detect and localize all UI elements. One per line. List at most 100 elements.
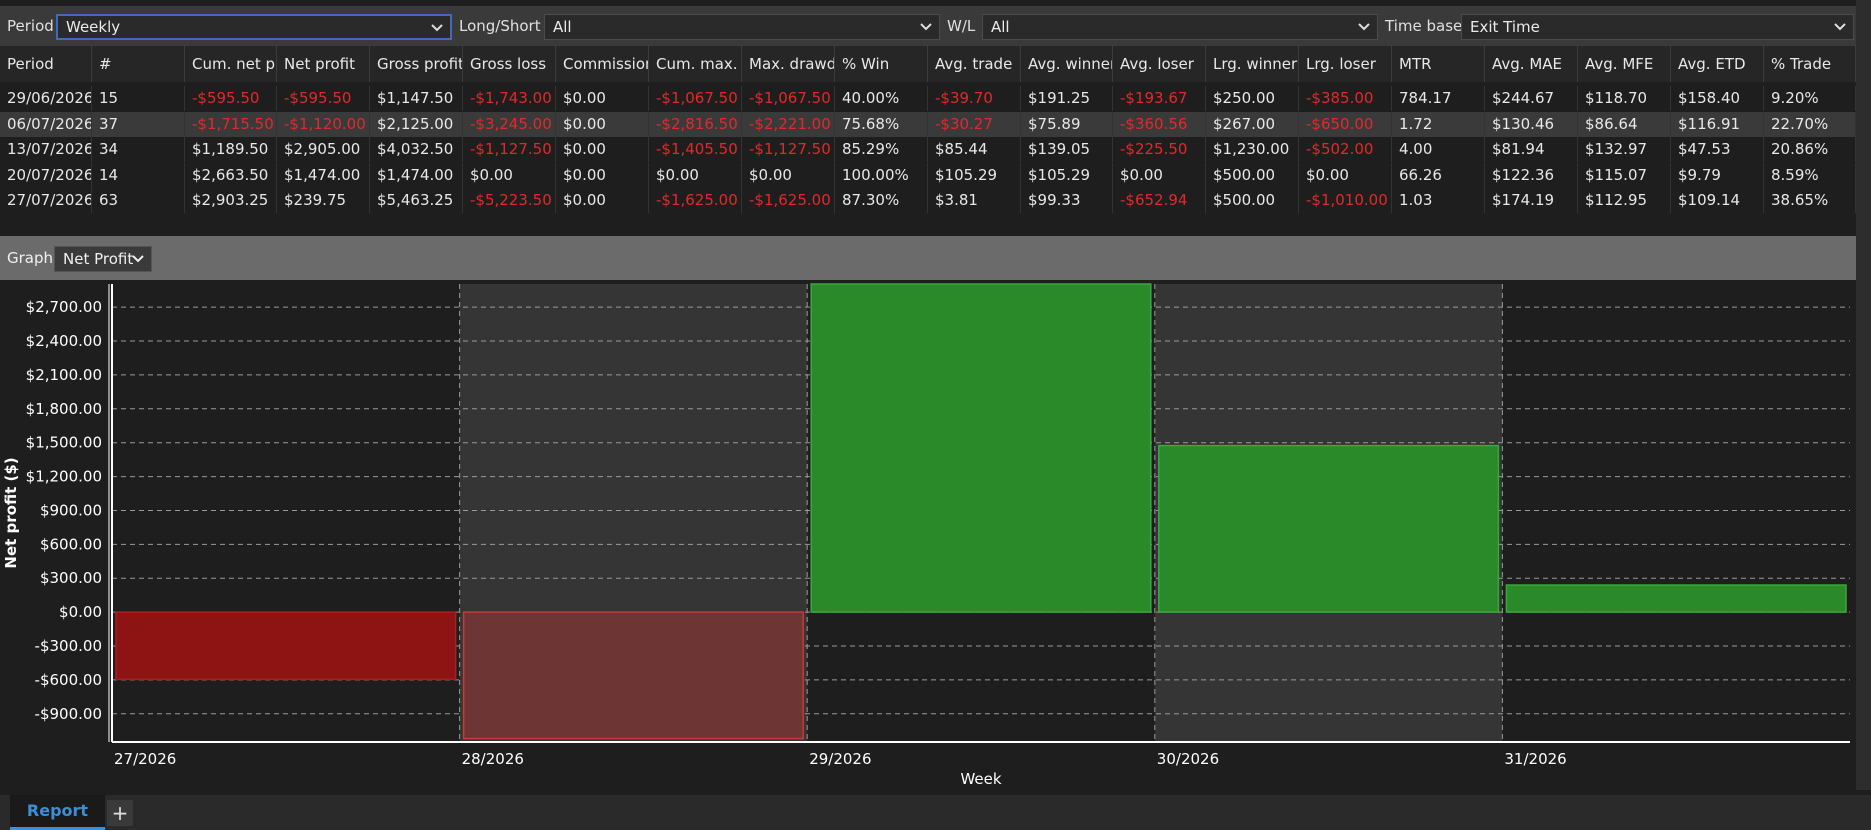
column-header[interactable]: Avg. winner — [1021, 46, 1113, 82]
net-profit-chart-svg: -$900.00 -$600.00 -$300.00 $0.00 $300.00 $600… — [2, 283, 1850, 788]
period-select[interactable]: Weekly — [56, 14, 452, 40]
column-header[interactable]: Cum. max. d — [649, 46, 742, 82]
table-cell: -$30.27 — [928, 111, 1021, 137]
table-cell: -$595.50 — [185, 86, 277, 111]
table-cell: $139.05 — [1021, 137, 1113, 162]
longshort-value: All — [553, 18, 572, 36]
bottom-tab-bar: Report + — [0, 795, 1871, 830]
table-cell: $85.44 — [928, 137, 1021, 162]
tab-report[interactable]: Report — [10, 795, 105, 830]
table-cell: -$2,816.50 — [649, 111, 742, 137]
table-cell: $0.00 — [556, 188, 649, 213]
table-cell: 06/07/2026 — [0, 111, 92, 137]
column-header[interactable]: % Win — [835, 46, 928, 82]
x-tick-label: 28/2026 — [462, 750, 524, 768]
column-header[interactable]: Lrg. winner — [1206, 46, 1299, 82]
table-cell: $191.25 — [1021, 86, 1113, 111]
table-cell: $0.00 — [556, 162, 649, 188]
x-axis-label: Week — [960, 770, 1001, 788]
wl-label: W/L — [947, 17, 976, 35]
y-tick-label: -$600.00 — [35, 671, 102, 689]
x-tick-label: 27/2026 — [114, 750, 176, 768]
column-header[interactable]: Avg. trade — [928, 46, 1021, 82]
table-cell: 14 — [92, 162, 185, 188]
column-header[interactable]: Avg. MFE — [1578, 46, 1671, 82]
table-cell: -$193.67 — [1113, 86, 1206, 111]
table-cell: -$652.94 — [1113, 188, 1206, 213]
graph-type-select[interactable]: Net Profit — [54, 246, 152, 272]
table-cell: 87.30% — [835, 188, 928, 213]
table-cell: $244.67 — [1485, 86, 1578, 111]
table-cell: $500.00 — [1206, 188, 1299, 213]
column-header[interactable]: Avg. loser — [1113, 46, 1206, 82]
timebase-select[interactable]: Exit Time — [1461, 14, 1854, 40]
table-cell: $130.46 — [1485, 111, 1578, 137]
column-header[interactable]: Avg. ETD — [1671, 46, 1764, 82]
table-cell: -$1,715.50 — [185, 111, 277, 137]
table-cell: $109.14 — [1671, 188, 1764, 213]
table-cell: $75.89 — [1021, 111, 1113, 137]
table-cell: $5,463.25 — [370, 188, 463, 213]
table-cell: -$1,120.00 — [277, 111, 370, 137]
y-tick-label: $2,100.00 — [26, 366, 102, 384]
table-cell: $81.94 — [1485, 137, 1578, 162]
table-cell: 34 — [92, 137, 185, 162]
table-cell: $2,905.00 — [277, 137, 370, 162]
column-header[interactable]: Avg. MAE — [1485, 46, 1578, 82]
table-cell: 37 — [92, 111, 185, 137]
column-header[interactable]: Commission — [556, 46, 649, 82]
table-cell: $0.00 — [556, 111, 649, 137]
table-cell: $0.00 — [556, 86, 649, 111]
table-cell: -$595.50 — [277, 86, 370, 111]
graph-label: Graph — [7, 249, 54, 267]
column-header[interactable]: Cum. net pr — [185, 46, 277, 82]
column-header[interactable]: Gross profit — [370, 46, 463, 82]
column-header[interactable]: # — [92, 46, 185, 82]
table-cell: -$3,245.00 — [463, 111, 556, 137]
table-cell: $4,032.50 — [370, 137, 463, 162]
table-cell: $105.29 — [928, 162, 1021, 188]
table-cell: -$360.56 — [1113, 111, 1206, 137]
table-cell: $267.00 — [1206, 111, 1299, 137]
table-cell: -$2,221.00 — [742, 111, 835, 137]
wl-value: All — [991, 18, 1010, 36]
column-header[interactable]: Net profit — [277, 46, 370, 82]
y-tick-label: $300.00 — [40, 569, 102, 587]
table-cell: 40.00% — [835, 86, 928, 111]
y-tick-label: -$900.00 — [35, 705, 102, 723]
table-cell: $3.81 — [928, 188, 1021, 213]
table-cell: $116.91 — [1671, 111, 1764, 137]
table-row[interactable]: 13/07/2026 34 $1,189.50 $2,905.00 $4,032.50-… — [0, 137, 1856, 162]
table-cell: $9.79 — [1671, 162, 1764, 188]
table-cell: $122.36 — [1485, 162, 1578, 188]
x-tick-label: 29/2026 — [809, 750, 871, 768]
table-cell: $239.75 — [277, 188, 370, 213]
table-cell: 13/07/2026 — [0, 137, 92, 162]
table-cell: 85.29% — [835, 137, 928, 162]
table-cell: $105.29 — [1021, 162, 1113, 188]
table-row[interactable]: 20/07/2026 14 $2,663.50 $1,474.00 $1,474.00 $… — [0, 162, 1856, 188]
table-row[interactable]: 06/07/2026 37 -$1,715.50 -$1,120.00 $2,125.0… — [0, 111, 1856, 137]
column-header[interactable]: MTR — [1392, 46, 1485, 82]
longshort-select[interactable]: All — [544, 14, 940, 40]
bar — [1158, 444, 1500, 613]
table-cell: $118.70 — [1578, 86, 1671, 111]
table-cell: 20/07/2026 — [0, 162, 92, 188]
longshort-label: Long/Short — [459, 17, 541, 35]
y-tick-label: $1,200.00 — [26, 468, 102, 486]
column-header[interactable]: % Trade — [1764, 46, 1856, 82]
wl-select[interactable]: All — [982, 14, 1378, 40]
add-tab-button[interactable]: + — [107, 800, 133, 826]
column-header[interactable]: Lrg. loser — [1299, 46, 1392, 82]
column-header[interactable]: Max. drawdo — [742, 46, 835, 82]
column-header[interactable]: Period — [0, 46, 92, 82]
column-header[interactable]: Gross loss — [463, 46, 556, 82]
bar — [462, 611, 804, 740]
table-row[interactable]: 27/07/2026 63 $2,903.25 $239.75 $5,463.25 -$5… — [0, 188, 1856, 213]
chevron-down-icon — [431, 24, 443, 32]
graph-bar: Graph Net Profit — [0, 236, 1856, 280]
table-cell: $500.00 — [1206, 162, 1299, 188]
table-row[interactable]: 29/06/2026 15 -$595.50 -$595.50 $1,147.50 -$1… — [0, 86, 1856, 111]
table-cell: 8.59% — [1764, 162, 1856, 188]
table-cell: 63 — [92, 188, 185, 213]
